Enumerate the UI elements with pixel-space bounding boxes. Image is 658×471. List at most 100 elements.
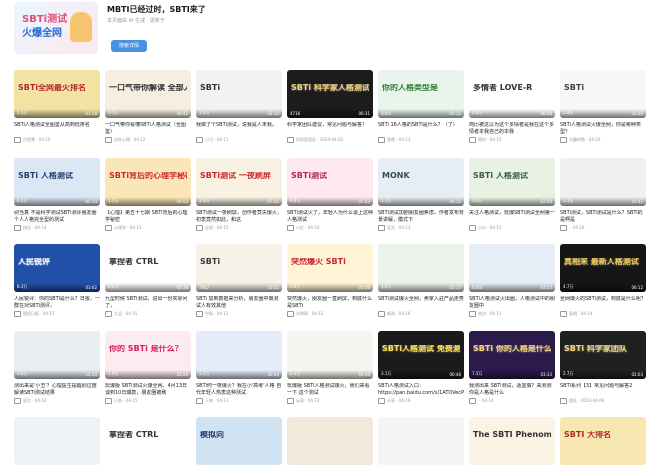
video-author[interactable]: 中国 [205,311,213,316]
video-author[interactable]: 人物 [205,398,213,403]
video-author[interactable]: 热点 [478,311,486,316]
video-title[interactable]: SBTi何一夜爆火？我在小'高考'人格 自代年轻人热衷这种测试 [196,383,282,396]
video-thumbnail[interactable]: 2.3万 04:40 [287,331,373,379]
video-card[interactable]: SBTi 科学家人格测试 Q&A 4716 06:31 科学家团队建议，常见问题与解答… [287,70,373,143]
video-title[interactable]: 我测出来 SBTi测试，适宜做？来测测你是人格是什么 [469,383,555,396]
video-title[interactable]: SBTi测试爆火全网，卖家入驻产品走势 [378,296,464,309]
video-title[interactable]: 简历被这以为这个多情者是我在这个多情者本我自己的本我 [469,122,555,135]
video-title[interactable]: SBTi测试一夜刷屏，创作者竟失爆火，初衷竟然如此，和这 [196,210,282,223]
video-card[interactable]: · [287,417,373,465]
video-thumbnail[interactable]: The SBTI Phenomenon [469,417,555,465]
video-card[interactable]: MONK 5,1万 04:11 SBTi测试加剧朋友圈焦虑，作者发布背景讲解，模式下官… [378,158,464,231]
video-title[interactable]: SBTi测试，SBTi测试是什么？SBTi的是啊是 [560,210,646,223]
video-card[interactable]: SBTi 1.8万 03:20 SBTi人格测试火爆全网，你是哪种类型？ 大趣的数 · … [560,70,646,143]
video-card[interactable]: SBTi 科学家团队 2.7万 02:03 SBTi系列【3】常见问题与解答2 团队 ·… [560,331,646,404]
video-title[interactable]: 玩爆版 SBTi人格测试爆火，我们来看一下 这个测试 [287,383,373,396]
video-thumbnail[interactable]: SBTi 你的人格是什么 7.5万 03:33 [469,331,555,379]
video-thumbnail[interactable]: 一口气带你解读 全部人格 3.1万 08:42 [105,70,191,118]
video-thumbnail[interactable]: 你的人格类型是 8564 01:11 [378,70,464,118]
video-thumbnail[interactable]: 拿捏者 CTRL [105,417,191,465]
video-thumbnail[interactable]: 模拟向 [196,417,282,465]
video-title[interactable]: SBTi人格测试全图鉴从高到低排名 [14,122,100,135]
video-card[interactable]: SBTi 7862 10:21 SBTi 加到数据来分析，朋友圈中做测试人有效其他中国… [196,244,282,317]
video-title[interactable]: SBTi测试火了，年轻人为什么谈上这种人格测试 [287,210,373,223]
video-title[interactable]: SBTi 16人格的SBTi是什么？（了） [378,122,464,135]
video-author[interactable]: 九品 [114,311,122,316]
video-author[interactable]: 自在心理 [114,137,130,142]
video-title[interactable]: SBTi人格测试火爆全网，你是哪种类型？ [560,122,646,135]
video-card[interactable]: 真相来 最新人格测试 4.7万 06:12 全网爆火的SBTi测试，到底是什么呢？ 真相… [560,244,646,317]
video-author[interactable]: 全网 [205,225,213,230]
video-thumbnail[interactable]: 1.6万 02:17 [378,244,464,292]
video-card[interactable]: · [378,417,464,465]
video-author[interactable]: 官方 [387,225,395,230]
video-card[interactable]: SBTi人格测试 免费测试入口 3.1万 00:46 SBTi人格测试入口：https… [378,331,464,404]
collection-cover[interactable]: SBTi测试 火爆全网 [14,2,98,54]
video-card[interactable]: SBTi 你的人格是什么 7.5万 03:33 我测出来 SBTi测试，适宜做？来测测… [469,331,555,404]
video-author[interactable]: 新闻 [387,311,395,316]
video-card[interactable]: 拿捏者 CTRL 2.2万 02:38 九型时候 SBTi测试，说出一份实际问了， 九品… [105,244,191,317]
video-title[interactable]: 【心理】第五十七期 SBTi背后的心理学秘密 [105,210,191,223]
video-card[interactable]: 拿捏者 CTRL · [105,417,191,465]
video-thumbnail[interactable]: SBTi 科学家团队 2.7万 02:03 [560,331,646,379]
video-author[interactable]: 小乐 [478,225,486,230]
video-thumbnail[interactable]: SBTi测试 一夜刷屏 3.4万 07:45 [196,158,282,206]
video-author[interactable]: 分享 [387,398,395,403]
video-thumbnail[interactable]: SBTi 1.8万 03:20 [560,70,646,118]
video-thumbnail[interactable] [14,417,100,465]
video-card[interactable]: SBTI 大排名 · [560,417,646,465]
video-author[interactable]: 大趣的数 [569,137,585,142]
video-card[interactable]: 你的人格类型是 8564 01:11 SBTi 16人格的SBTi是什么？（了） 我就 … [378,70,464,143]
video-author[interactable]: 小鱼 [114,398,122,403]
video-author[interactable]: 光明网 [296,311,308,316]
video-card[interactable]: 一口气带你解读 全部人格 3.1万 08:42 一口气带你看懂SBTi人格测试（全图鉴… [105,70,191,143]
video-author[interactable]: 简约 [478,137,486,142]
video-thumbnail[interactable]: SBTi测试 9.8万 07:23 [287,158,373,206]
video-card[interactable]: 1.6万 02:17 SBTi测试爆火全网，卖家入驻产品走势 新闻 · 04-16 [378,244,464,317]
video-thumbnail[interactable]: SBTI 大排名 [560,417,646,465]
video-card[interactable]: 2.3万 04:40 玩爆版 SBTi人格测试爆火，我们来看一下 这个测试 玩家 · … [287,331,373,404]
video-author[interactable]: 小红 [296,225,304,230]
video-title[interactable]: SBTi测试加剧朋友圈焦虑，作者发布背景讲解，模式下 [378,210,464,223]
video-thumbnail[interactable]: SBTi 科学家人格测试 Q&A 4716 06:31 [287,70,373,118]
video-author[interactable]: 科学家团队 [296,137,316,142]
video-thumbnail[interactable] [287,417,373,465]
video-title[interactable]: 玩爆版 SBTi测试火爆全网，4月13日谈到10日爆款，朋友圈被刷 [105,383,191,396]
video-thumbnail[interactable]: SBTi 7862 10:21 [196,244,282,292]
video-card[interactable]: 6240 03:55 SBTi人格测试火出圈，人格测试中的朋友圈中 热点 · 04-1… [469,244,555,317]
video-thumbnail[interactable]: SBTi人格测试 免费测试入口 3.1万 00:46 [378,331,464,379]
video-title[interactable]: 我做了个SBTi测试，说我是人末我。 [196,122,282,135]
video-thumbnail[interactable]: SBTi 人格测试 1.4万 02:56 [469,158,555,206]
video-card[interactable]: SBTi 1.2万 02:10 我做了个SBTi测试，说我是人末我。 小可 · 04-1… [196,70,282,143]
video-title[interactable]: 科学家团队建议，常见问题与解答！ [287,122,373,135]
video-title[interactable]: SBTi 加到数据来分析，朋友圈中做测试人有效其他 [196,296,282,309]
video-title[interactable]: 九型时候 SBTi测试，说出一份实际问了， [105,296,191,309]
video-author[interactable]: 真相 [569,311,577,316]
video-card[interactable]: 多情者 LOVE-R 2.6万 00:58 简历被这以为这个多情者是我在这个多情者本我… [469,70,555,143]
video-thumbnail[interactable]: 1.1万 01:47 [560,158,646,206]
video-author[interactable]: 玩家 [296,398,304,403]
video-card[interactable]: SBTi 人格测试 1.4万 02:56 关注人格测试，玩爆SBTi测试全网第一 小乐 … [469,158,555,231]
video-author[interactable]: 小可 [205,137,213,142]
video-thumbnail[interactable]: 突然爆火 SBTi 2.9万 05:06 [287,244,373,292]
video-card[interactable]: 模拟向 · [196,417,282,465]
video-thumbnail[interactable]: 你的 SBTi 是什么？ 1.9万 01:59 [105,331,191,379]
video-card[interactable]: SBTi全网最火排名 5.3万 01:28 SBTi人格测试全图鉴从高到低排名 吕智慧 … [14,70,100,143]
video-author[interactable]: 医生 [23,398,31,403]
video-thumbnail[interactable] [378,417,464,465]
video-title[interactable]: 别当真 不是科学测试SBTi测评朋友圈个人人格完全型的测试 [14,210,100,223]
video-thumbnail[interactable]: 人民锐评 8.3万 03:02 [14,244,100,292]
video-card[interactable]: 人民锐评 8.3万 03:02 人民锐评：你的SBTi是什么？日报，一群在对SBTi测… [14,244,100,317]
video-card[interactable]: The SBTI Phenomenon · [469,417,555,465]
video-title[interactable]: SBTi人格测试火出圈，人格测试中的朋友圈中 [469,296,555,309]
video-card[interactable]: SBTi测试 9.8万 07:23 SBTi测试火了，年轻人为什么谈上这种人格测试小红… [287,158,373,231]
video-thumbnail[interactable]: SBTi 人格测试 6.2万 05:14 [14,158,100,206]
video-thumbnail[interactable]: 真相来 最新人格测试 4.7万 06:12 [560,244,646,292]
video-author[interactable]: 国民日报 [23,311,39,316]
video-title[interactable]: SBTi系列【3】常见问题与解答2 [560,383,646,396]
video-card[interactable]: 5.2万 02:44 SBTi何一夜爆火？我在小'高考'人格 自代年轻人热衷这种测试… [196,331,282,404]
video-thumbnail[interactable]: SBTi全网最火排名 5.3万 01:28 [14,70,100,118]
video-thumbnail[interactable]: 多情者 LOVE-R 2.6万 00:58 [469,70,555,118]
video-title[interactable]: 一口气带你看懂SBTi人格测试（全图鉴） [105,122,191,135]
video-title[interactable]: 突然爆火，朋友圈一直刷屏，到底什么是SBTi [287,296,373,309]
